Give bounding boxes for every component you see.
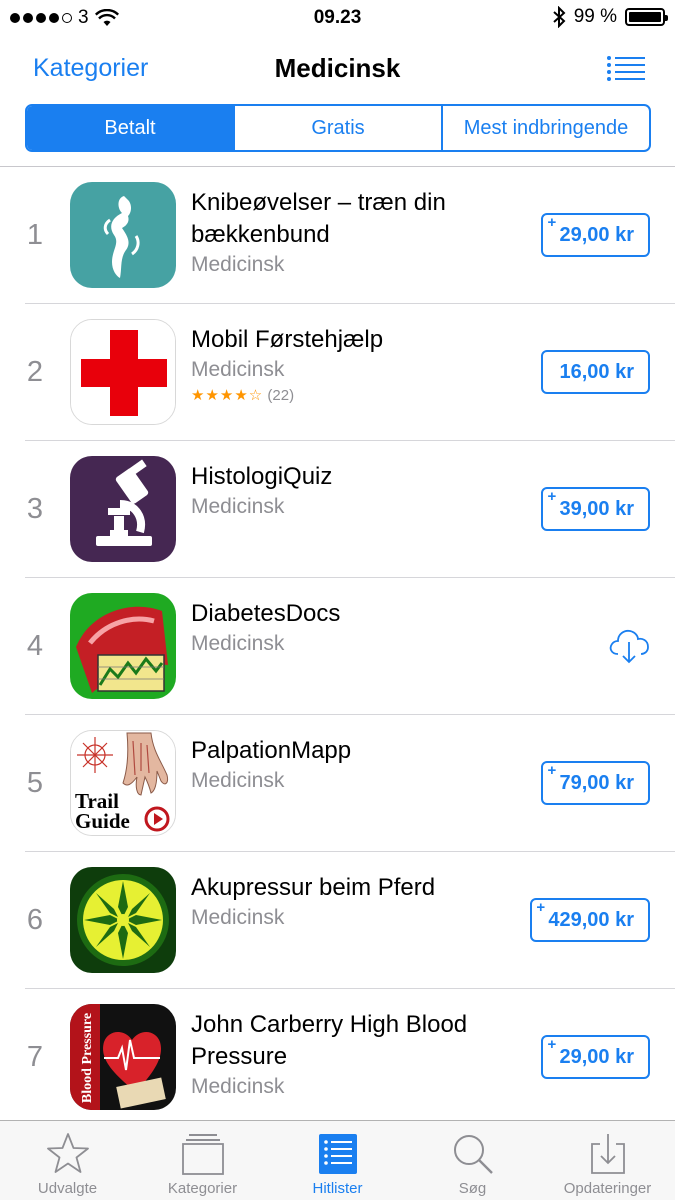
segment-free[interactable]: Gratis (235, 106, 443, 150)
app-info: Akupressur beim Pferd Medicinsk (191, 872, 501, 930)
rank-number: 3 (26, 493, 44, 525)
app-info: HistologiQuiz Medicinsk (191, 461, 501, 519)
list-item[interactable]: 2 Mobil Førstehjælp Medicinsk ★★★★☆ (22)… (0, 304, 675, 441)
play-icon (144, 806, 170, 832)
price-button[interactable]: + 29,00 kr (541, 213, 650, 257)
app-category: Medicinsk (191, 358, 285, 381)
tab-categories[interactable]: Kategorier (135, 1121, 270, 1200)
app-category: Medicinsk (191, 253, 285, 276)
search-icon (453, 1135, 493, 1174)
tab-updates[interactable]: Opdateringer (540, 1121, 675, 1200)
universal-plus-icon: + (536, 899, 546, 916)
universal-plus-icon: + (547, 488, 557, 505)
rank-number: 5 (26, 767, 44, 799)
tab-label: Kategorier (167, 1180, 238, 1197)
app-name: DiabetesDocs (191, 600, 341, 627)
rank-number: 7 (26, 1041, 44, 1073)
app-name: John Carberry High Blood Pressure (191, 1011, 468, 1070)
app-info: Knibeøvelser – træn din bækkenbund Medic… (191, 187, 501, 277)
download-tray-icon (590, 1134, 625, 1174)
battery-percent: 99 % (573, 6, 617, 27)
bluetooth-icon (553, 6, 566, 28)
app-name: PalpationMapp (191, 737, 352, 764)
wordmark-line-2: Guide (75, 809, 130, 833)
app-info: PalpationMapp Medicinsk (191, 735, 501, 793)
tab-search[interactable]: Søg (405, 1121, 540, 1200)
price-label: 79,00 kr (559, 771, 634, 794)
universal-plus-icon: + (547, 762, 557, 779)
list-item[interactable]: 6 Akupressur beim Pferd Medicinsk + 429,… (0, 852, 675, 989)
tab-bar: Udvalgte Kategorier Hitlister Søg Opdate… (0, 1120, 675, 1200)
price-label: 29,00 kr (559, 1045, 634, 1068)
list-item[interactable]: 3 HistologiQuiz Medicinsk + 39,00 kr (0, 441, 675, 578)
tab-featured[interactable]: Udvalgte (0, 1121, 135, 1200)
horse-acupressure-icon[interactable] (70, 867, 176, 973)
list-item[interactable]: 5 Trail Guide PalpationMapp Medicinsk + … (0, 715, 675, 852)
price-button[interactable]: 16,00 kr (541, 350, 650, 394)
red-cross-icon[interactable] (70, 319, 176, 425)
ranked-list-icon (318, 1134, 357, 1174)
list-menu-icon[interactable] (607, 56, 645, 82)
rating: ★★★★☆ (22) (191, 386, 501, 404)
blood-pressure-wordmark: Blood Pressure (80, 1012, 95, 1104)
tab-label: Opdateringer (563, 1180, 652, 1197)
app-category: Medicinsk (191, 1075, 285, 1098)
rank-number: 4 (26, 630, 44, 662)
cloud-download-icon[interactable] (607, 626, 651, 666)
app-category: Medicinsk (191, 495, 285, 518)
universal-plus-icon: + (547, 214, 557, 231)
app-category: Medicinsk (191, 769, 285, 792)
app-category: Medicinsk (191, 906, 285, 929)
star-icon (46, 1133, 89, 1173)
segment-top-grossing[interactable]: Mest indbringende (443, 106, 649, 150)
diabetes-chart-icon[interactable] (70, 593, 176, 699)
universal-plus-icon: + (547, 1036, 557, 1053)
app-name: Akupressur beim Pferd (191, 874, 436, 901)
app-category: Medicinsk (191, 632, 285, 655)
pelvic-figure-icon[interactable] (70, 182, 176, 288)
price-button[interactable]: + 39,00 kr (541, 487, 650, 531)
microscope-icon[interactable] (70, 456, 176, 562)
price-label: 29,00 kr (559, 223, 634, 246)
status-bar: 3 09.23 99 % (0, 0, 675, 36)
tab-label: Søg (458, 1180, 487, 1197)
rank-number: 2 (26, 356, 44, 388)
tab-label: Udvalgte (37, 1180, 98, 1197)
app-name: Mobil Førstehjælp (191, 326, 384, 353)
app-info: Mobil Førstehjælp Medicinsk ★★★★☆ (22) (191, 324, 501, 404)
rank-number: 6 (26, 904, 44, 936)
wordmark-line-1: Trail (75, 789, 119, 813)
battery-level (629, 12, 661, 22)
rating-stars: ★★★★☆ (191, 387, 264, 404)
price-button[interactable]: + 79,00 kr (541, 761, 650, 805)
price-button[interactable]: + 429,00 kr (530, 898, 650, 942)
navigation-bar: Kategorier Medicinsk (0, 36, 675, 100)
price-label: 39,00 kr (559, 497, 634, 520)
rating-count: (22) (267, 387, 295, 404)
page-title: Medicinsk (274, 53, 401, 83)
tab-top-charts[interactable]: Hitlister (270, 1121, 405, 1200)
segmented-control: Betalt Gratis Mest indbringende (25, 104, 651, 152)
app-info: John Carberry High Blood Pressure Medici… (191, 1009, 501, 1099)
tab-label: Hitlister (312, 1180, 363, 1197)
stack-icon (181, 1134, 224, 1175)
price-label: 429,00 kr (548, 908, 634, 931)
trail-guide-icon[interactable]: Trail Guide (70, 730, 176, 836)
battery-area: 99 % (552, 6, 668, 28)
app-name: Knibeøvelser – træn din bækkenbund (191, 189, 446, 248)
blood-pressure-icon[interactable]: Blood Pressure (70, 1004, 176, 1110)
list-item[interactable]: 7 Blood Pressure John Carberry High Bloo… (0, 989, 675, 1126)
trail-guide-wordmark: Trail Guide (75, 789, 130, 833)
battery-icon (625, 8, 668, 26)
list-item[interactable]: 1 Knibeøvelser – træn din bækkenbund Med… (0, 167, 675, 304)
segment-paid[interactable]: Betalt (27, 106, 235, 150)
list-item[interactable]: 4 DiabetesDocs Medicinsk (0, 578, 675, 715)
price-button[interactable]: + 29,00 kr (541, 1035, 650, 1079)
rank-number: 1 (26, 219, 44, 251)
app-list: 1 Knibeøvelser – træn din bækkenbund Med… (0, 167, 675, 1126)
app-name: HistologiQuiz (191, 463, 333, 490)
app-info: DiabetesDocs Medicinsk (191, 598, 501, 656)
price-label: 16,00 kr (559, 360, 634, 383)
